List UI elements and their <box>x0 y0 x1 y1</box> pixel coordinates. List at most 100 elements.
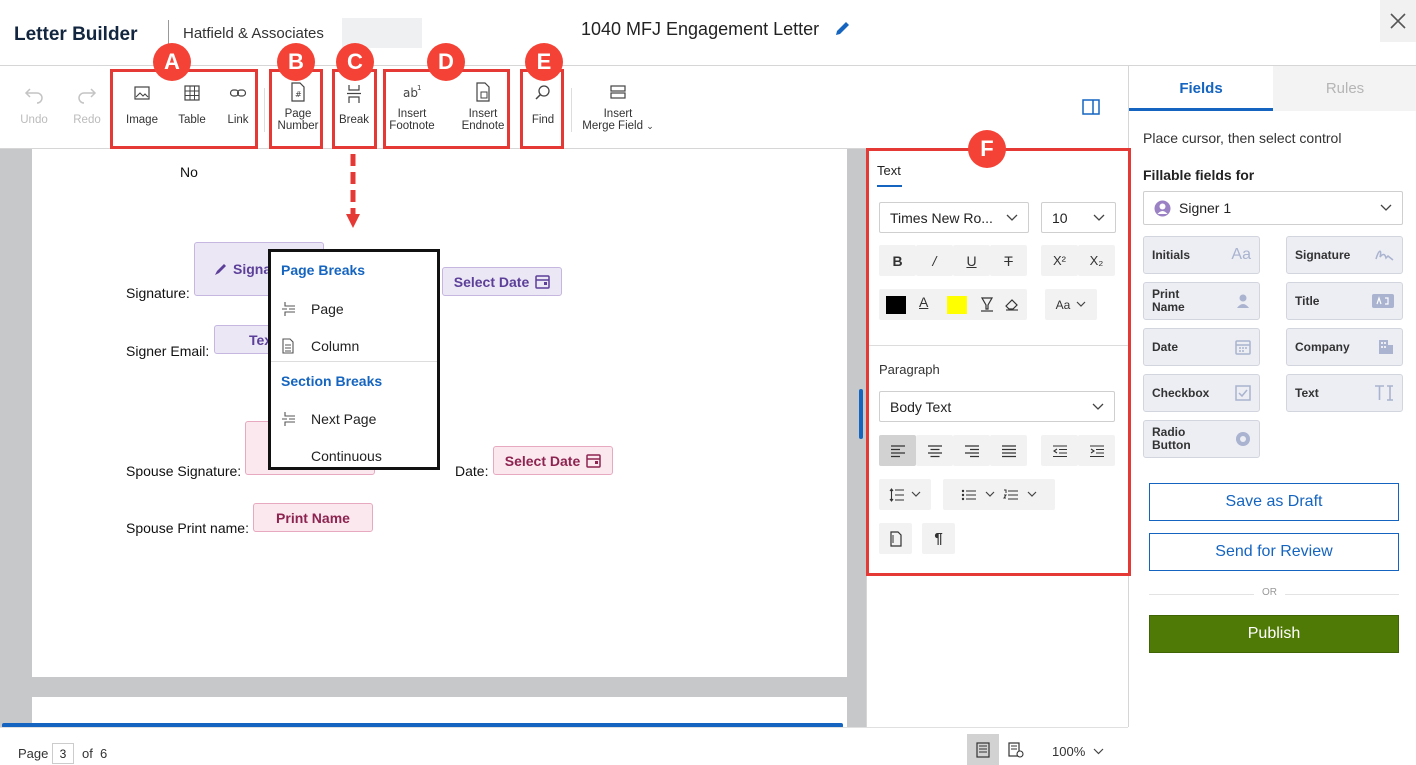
firm-name: Hatfield & Associates <box>183 25 324 42</box>
checkbox-icon <box>1235 385 1251 401</box>
print-name-field[interactable]: Print Name <box>253 503 373 532</box>
control-company[interactable]: Company <box>1286 328 1403 366</box>
page-total: 6 <box>100 746 108 761</box>
signer-select[interactable]: Signer 1 <box>1143 191 1403 225</box>
calendar-icon <box>535 275 550 289</box>
doc-text-no: No <box>180 164 198 180</box>
tab-fields-underline <box>1129 108 1273 111</box>
fillable-heading: Fillable fields for <box>1143 167 1255 183</box>
close-button[interactable] <box>1380 0 1416 42</box>
control-company-label: Company <box>1295 339 1350 354</box>
radio-icon <box>1236 432 1250 446</box>
callout-box-f <box>866 148 1131 576</box>
calendar-icon <box>1235 340 1251 355</box>
signature-icon <box>1375 250 1394 261</box>
callout-box-b <box>269 69 323 149</box>
spouse-signature-label: Spouse Signature: <box>126 463 242 479</box>
page-number-input[interactable]: 3 <box>52 743 74 764</box>
redo-icon <box>71 84 103 104</box>
control-initials-label: Initials <box>1152 247 1191 262</box>
tab-fields[interactable]: Fields <box>1129 66 1273 111</box>
control-title[interactable]: Title <box>1286 282 1403 320</box>
menu-divider <box>271 361 437 362</box>
undo-label: Undo <box>20 114 48 126</box>
control-initials[interactable]: Initials Aa <box>1143 236 1260 274</box>
select-date-field-2[interactable]: Select Date <box>493 446 613 475</box>
toolbar-divider <box>264 88 265 132</box>
tab-rules[interactable]: Rules <box>1273 66 1416 111</box>
app-header: Letter Builder Hatfield & Associates 104… <box>0 0 1416 66</box>
text-cursor-icon <box>1375 385 1393 401</box>
menu-item-column[interactable]: Column <box>281 331 441 361</box>
dashed-arrow <box>346 154 360 228</box>
control-date[interactable]: Date <box>1143 328 1260 366</box>
next-page-break-icon <box>281 411 311 427</box>
spouse-print-label: Spouse Print name: <box>126 520 249 536</box>
building-icon <box>1379 340 1393 354</box>
control-print-name[interactable]: Print Name <box>1143 282 1260 320</box>
status-bar: Page 3 of 6 100% <box>0 727 1128 765</box>
select-date-label-2: Select Date <box>504 452 581 469</box>
control-signature[interactable]: Signature <box>1286 236 1403 274</box>
control-text[interactable]: Text <box>1286 374 1403 412</box>
section-breaks-heading: Section Breaks <box>281 373 383 389</box>
header-divider <box>168 20 169 46</box>
vertical-scroll-marker[interactable] <box>859 389 863 439</box>
signer-email-label: Signer Email: <box>126 343 210 359</box>
control-signature-label: Signature <box>1295 247 1351 262</box>
or-label: OR <box>1254 587 1285 598</box>
menu-item-page-label: Page <box>311 301 344 317</box>
signature-pen-icon <box>215 264 226 275</box>
callout-box-d <box>383 69 510 149</box>
callout-badge-d: D <box>427 43 465 81</box>
callout-badge-e: E <box>525 43 563 81</box>
undo-icon <box>18 84 50 104</box>
merge-label-2: Merge Field ⌄ <box>582 120 654 132</box>
send-for-review-button[interactable]: Send for Review <box>1149 533 1399 571</box>
merge-field-icon <box>578 82 658 102</box>
person-icon <box>1237 294 1249 308</box>
redo-label: Redo <box>73 114 101 126</box>
column-break-icon <box>281 338 311 354</box>
zoom-value: 100% <box>1052 744 1086 759</box>
pencil-icon[interactable] <box>834 20 851 37</box>
date-label: Date: <box>455 463 489 479</box>
callout-badge-c: C <box>336 43 374 81</box>
callout-badge-f: F <box>968 130 1006 168</box>
merge-label-1: Insert <box>603 108 633 120</box>
publish-button[interactable]: Publish <box>1149 615 1399 653</box>
web-layout-icon[interactable] <box>1008 742 1024 758</box>
control-radio-label: Radio Button <box>1152 425 1191 452</box>
chevron-down-icon <box>1093 748 1104 755</box>
document-title: 1040 MFJ Engagement Letter <box>581 19 820 39</box>
menu-item-continuous-label: Continuous <box>311 448 382 464</box>
title-badge-icon <box>1372 294 1394 308</box>
select-date-field-1[interactable]: Select Date <box>442 267 562 296</box>
control-title-label: Title <box>1295 293 1320 308</box>
control-checkbox[interactable]: Checkbox <box>1143 374 1260 412</box>
zoom-select[interactable]: 100% <box>1052 744 1104 759</box>
user-avatar-icon <box>1154 200 1171 216</box>
callout-badge-a: A <box>153 43 191 81</box>
insert-merge-field-button[interactable]: Insert Merge Field ⌄ <box>578 82 658 132</box>
break-dropdown-menu: Page Breaks Page Column Section Breaks N… <box>268 249 440 470</box>
undo-button[interactable]: Undo <box>18 84 50 126</box>
callout-box-c <box>332 69 377 149</box>
panel-hint: Place cursor, then select control <box>1143 130 1342 146</box>
save-as-draft-button[interactable]: Save as Draft <box>1149 483 1399 521</box>
panel-toggle-icon[interactable] <box>1082 99 1100 115</box>
signer-value: Signer 1 <box>1179 200 1232 216</box>
callout-box-e <box>520 69 564 149</box>
page-break-icon <box>281 301 311 317</box>
menu-item-continuous[interactable]: Continuous <box>281 441 441 471</box>
menu-item-page[interactable]: Page <box>281 294 441 324</box>
control-radio-button[interactable]: Radio Button <box>1143 420 1260 458</box>
callout-badge-b: B <box>277 43 315 81</box>
menu-item-next-page[interactable]: Next Page <box>281 404 441 434</box>
callout-box-a <box>110 69 258 149</box>
print-layout-icon <box>976 741 990 758</box>
control-text-label: Text <box>1295 385 1319 400</box>
of-label: of <box>82 746 93 761</box>
redo-button[interactable]: Redo <box>71 84 103 126</box>
print-layout-button[interactable] <box>967 734 999 765</box>
